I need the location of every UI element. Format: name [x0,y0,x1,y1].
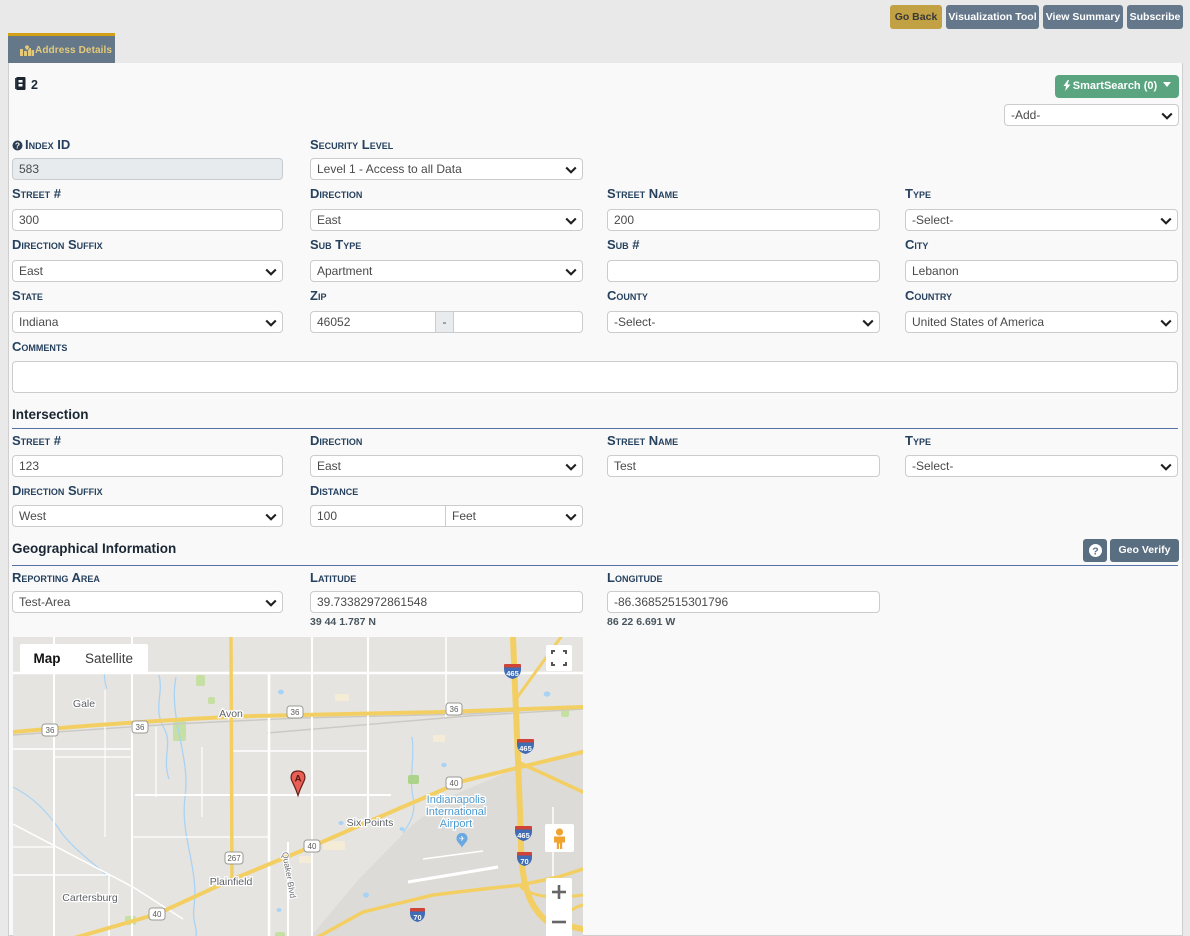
svg-text:Plainfield: Plainfield [210,876,253,888]
svg-text:Map: Map [34,651,61,666]
svg-text:40: 40 [308,842,317,851]
svg-text:Avon: Avon [219,708,243,720]
svg-text:36: 36 [136,723,145,732]
svg-text:36: 36 [46,726,55,735]
svg-text:?: ? [15,140,20,150]
svg-text:Satellite: Satellite [85,651,133,666]
svg-text:70: 70 [520,857,528,866]
svg-text:Airport: Airport [440,818,472,830]
svg-text:36: 36 [291,708,300,717]
svg-text:465: 465 [506,669,519,678]
svg-text:36: 36 [450,705,459,714]
svg-text:267: 267 [227,854,241,863]
svg-text:Indianapolis: Indianapolis [427,794,486,806]
svg-text:40: 40 [153,910,162,919]
svg-text:✈: ✈ [459,836,465,843]
svg-text:Gale: Gale [73,698,95,710]
svg-text:Cartersburg: Cartersburg [62,892,118,904]
svg-text:70: 70 [413,913,421,922]
svg-text:?: ? [1092,545,1098,557]
svg-text:465: 465 [517,831,530,840]
svg-text:465: 465 [519,744,532,753]
svg-text:A: A [295,774,302,785]
svg-text:40: 40 [450,779,459,788]
svg-text:Six Points: Six Points [347,817,394,829]
svg-text:International: International [426,806,487,818]
